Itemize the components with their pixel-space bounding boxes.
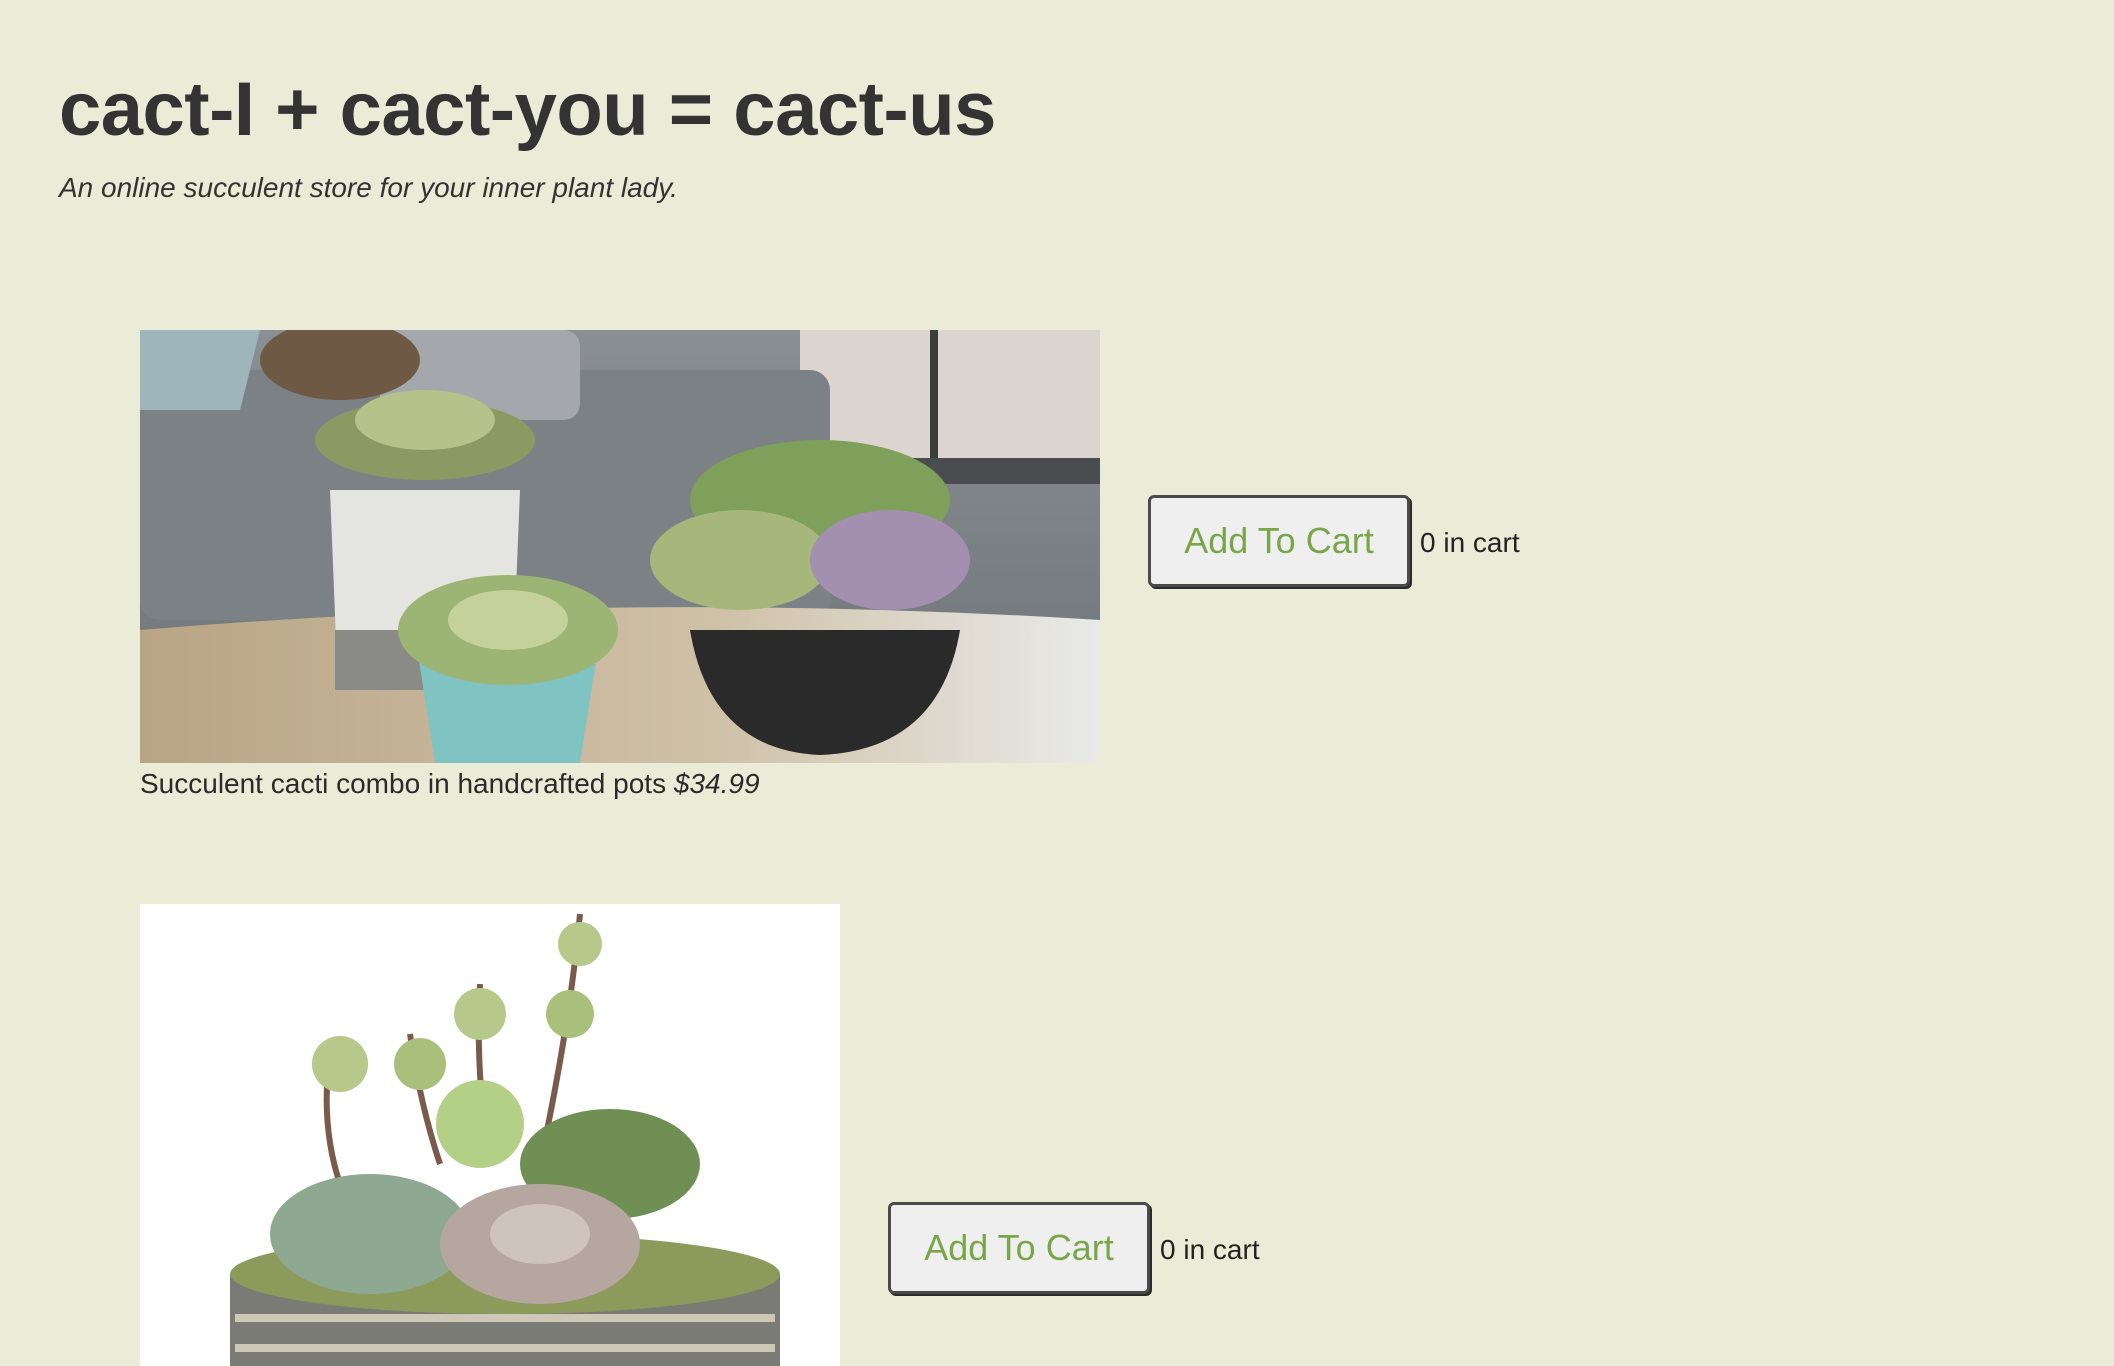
product-card-1: Succulent cacti combo in handcrafted pot… [140,330,1100,799]
product-card-2 [140,904,840,1366]
store-page: cact-I + cact-you = cact-us An online su… [0,0,2114,1366]
cart-count-2: 0 in cart [1160,1234,1260,1265]
product-1-caption: Succulent cacti combo in handcrafted pot… [140,768,760,800]
site-title: cact-I + cact-you = cact-us [59,67,996,152]
product-1-photo [140,330,1100,763]
add-to-cart-button-1[interactable]: Add To Cart [1148,495,1410,587]
add-to-cart-button-2[interactable]: Add To Cart [888,1202,1150,1294]
site-tagline: An online succulent store for your inner… [59,172,678,203]
cart-count-1: 0 in cart [1420,527,1520,558]
product-1-price: $34.99 [673,768,760,799]
product-1-name: Succulent cacti combo in handcrafted pot… [140,768,667,799]
product-2-photo [140,904,840,1366]
